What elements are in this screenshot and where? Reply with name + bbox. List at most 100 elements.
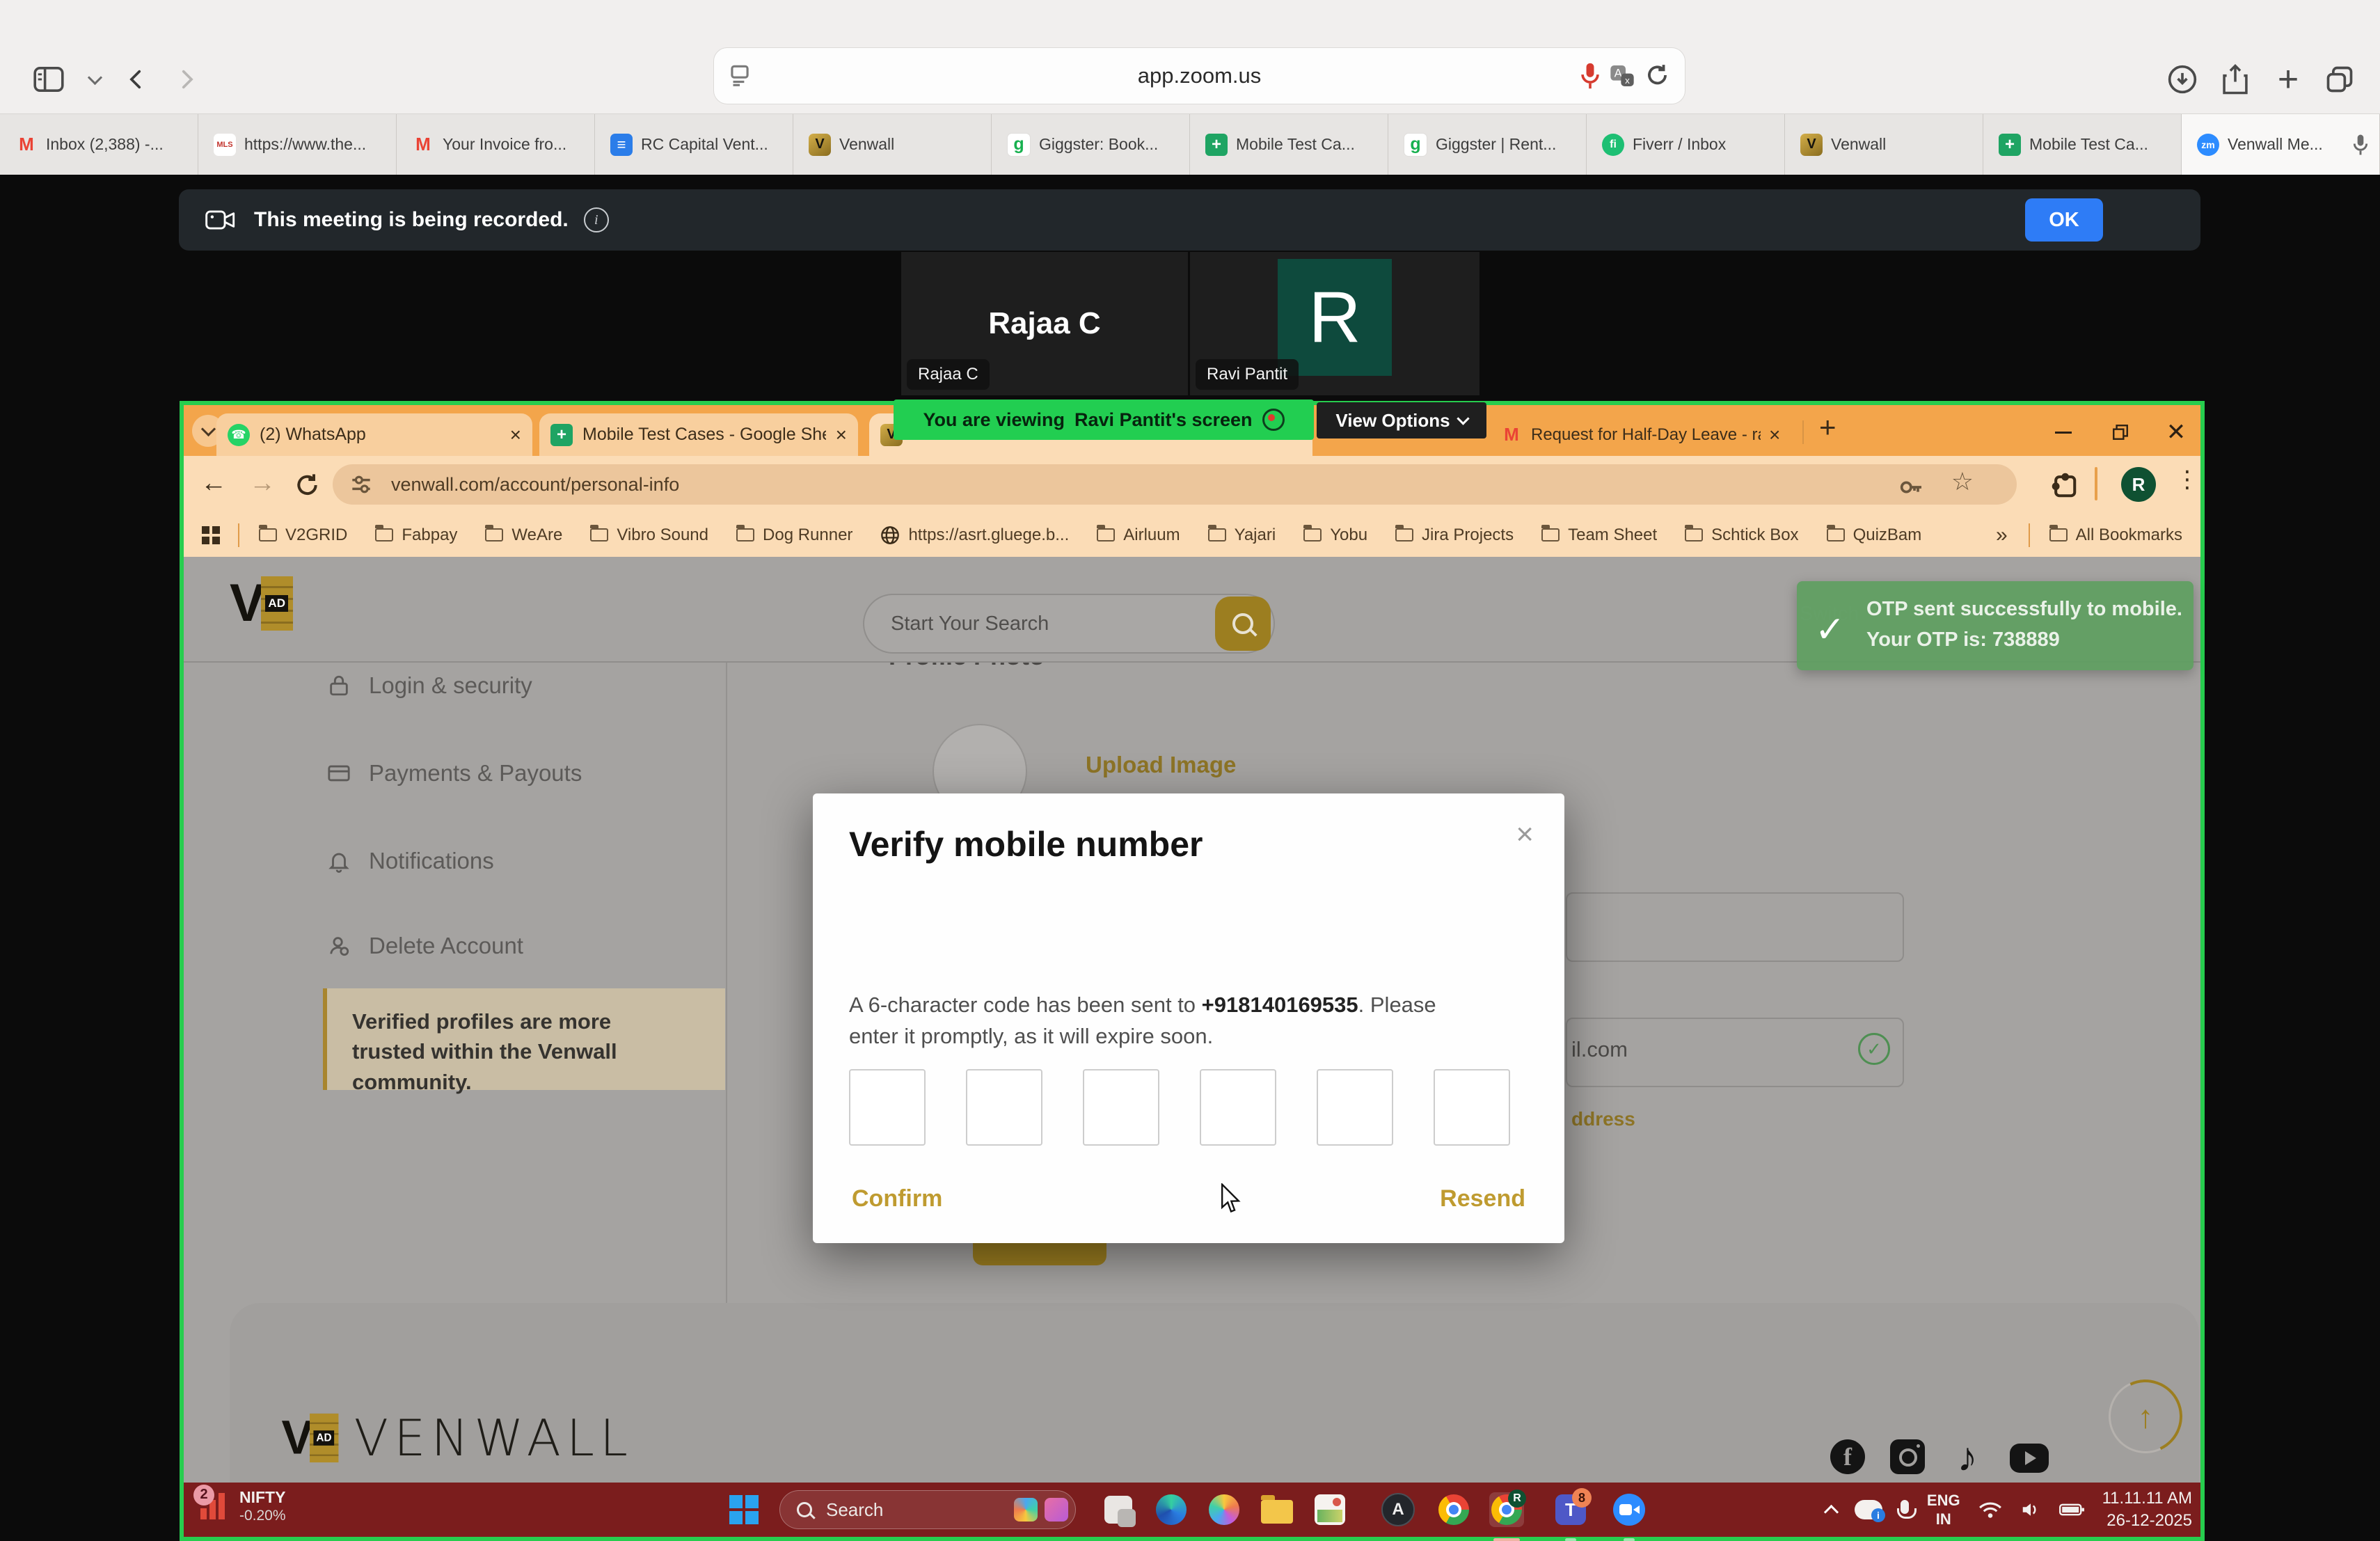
scroll-top-button[interactable]: ↑: [2109, 1380, 2182, 1453]
a-app-icon[interactable]: A: [1381, 1492, 1415, 1527]
reader-icon[interactable]: [727, 62, 753, 88]
chrome-tab-gmail[interactable]: Request for Half-Day Leave - ra ×: [1500, 413, 1780, 456]
youtube-icon[interactable]: [2010, 1444, 2049, 1473]
safari-tab-venwall-meeting-active[interactable]: Venwall Me...: [2182, 114, 2380, 175]
translate-icon[interactable]: Ax: [1608, 62, 1636, 90]
password-key-icon[interactable]: [1897, 473, 1925, 501]
back-icon[interactable]: [117, 60, 156, 99]
safari-tab-rc-capital[interactable]: RC Capital Vent...: [595, 114, 793, 175]
edge-icon[interactable]: [1154, 1492, 1189, 1527]
sidebar-item-delete-account[interactable]: Delete Account: [327, 933, 523, 959]
chrome-icon[interactable]: [1436, 1492, 1471, 1527]
tray-expand-icon[interactable]: [1826, 1503, 1836, 1517]
bookmark-folder[interactable]: V2GRID: [259, 525, 347, 545]
close-icon[interactable]: ×: [1516, 817, 1534, 852]
bookmark-folder[interactable]: Jira Projects: [1395, 525, 1514, 545]
forward-icon[interactable]: [167, 60, 206, 99]
safari-address-bar[interactable]: app.zoom.us Ax: [713, 47, 1685, 104]
reload-icon[interactable]: [294, 471, 322, 499]
upload-image-link[interactable]: Upload Image: [1086, 752, 1236, 778]
chrome-tab-whatsapp[interactable]: (2) WhatsApp ×: [216, 413, 532, 456]
safari-tab-mobile-test-2[interactable]: Mobile Test Ca...: [1983, 114, 2182, 175]
bookmark-link[interactable]: https://asrt.gluege.b...: [880, 525, 1069, 545]
bookmarks-overflow-icon[interactable]: »: [1996, 523, 2008, 547]
otp-input-1[interactable]: [849, 1069, 926, 1146]
sidebar-item-notifications[interactable]: Notifications: [327, 848, 494, 874]
extensions-puzzle-icon[interactable]: [2049, 470, 2079, 500]
close-icon[interactable]: ×: [1769, 424, 1780, 446]
venwall-logo[interactable]: VAD: [230, 576, 293, 631]
tune-icon[interactable]: [348, 471, 374, 498]
forward-icon[interactable]: →: [249, 468, 276, 498]
task-view-button[interactable]: [1101, 1492, 1136, 1527]
chrome-profile-icon[interactable]: R: [1489, 1492, 1524, 1527]
bookmark-folder[interactable]: Yajari: [1208, 525, 1276, 545]
taskbar-widget-nifty[interactable]: 2 NIFTY -0.20%: [198, 1488, 286, 1524]
safari-tab-invoice[interactable]: Your Invoice fro...: [397, 114, 595, 175]
taskbar-search[interactable]: Search: [779, 1490, 1076, 1529]
paint-app-icon[interactable]: [1312, 1492, 1347, 1527]
tab-overview-icon[interactable]: [2320, 60, 2359, 99]
instagram-icon[interactable]: [1890, 1439, 1925, 1474]
confirm-button[interactable]: Confirm: [852, 1185, 942, 1212]
sidebar-item-login-security[interactable]: Login & security: [327, 672, 532, 699]
mic-icon[interactable]: [1578, 62, 1603, 90]
facebook-icon[interactable]: f: [1830, 1439, 1865, 1474]
close-icon[interactable]: ×: [510, 424, 521, 446]
bookmark-folder[interactable]: Dog Runner: [736, 525, 852, 545]
site-search-bar[interactable]: [863, 594, 1275, 654]
otp-input-2[interactable]: [966, 1069, 1042, 1146]
restore-icon[interactable]: [2103, 415, 2138, 450]
chrome-address-bar[interactable]: venwall.com/account/personal-info ☆: [333, 464, 2017, 505]
copilot-icon[interactable]: [1207, 1492, 1241, 1527]
ok-button[interactable]: OK: [2025, 198, 2103, 242]
taskbar-clock[interactable]: 11.11.11 AM26-12-2025: [2102, 1487, 2192, 1533]
battery-icon[interactable]: [2059, 1502, 2084, 1517]
safari-tab-fiverr[interactable]: Fiverr / Inbox: [1587, 114, 1785, 175]
zo om-app-icon[interactable]: [1612, 1492, 1647, 1527]
search-input[interactable]: [889, 612, 1157, 636]
info-icon[interactable]: i: [584, 207, 609, 232]
minimize-icon[interactable]: [2046, 415, 2081, 450]
new-tab-icon[interactable]: +: [1819, 411, 1836, 444]
tiktok-icon[interactable]: ♪: [1950, 1439, 1985, 1474]
resend-button[interactable]: Resend: [1440, 1185, 1525, 1212]
all-bookmarks[interactable]: All Bookmarks: [2049, 525, 2182, 545]
sidebar-item-payments[interactable]: Payments & Payouts: [327, 760, 582, 787]
bookmark-star-icon[interactable]: ☆: [1951, 467, 1974, 496]
chevron-down-icon[interactable]: [75, 60, 114, 99]
otp-input-3[interactable]: [1083, 1069, 1159, 1146]
bookmark-folder[interactable]: Vibro Sound: [590, 525, 708, 545]
tray-mic-icon[interactable]: [1901, 1500, 1909, 1519]
safari-tab-giggster-book[interactable]: Giggster: Book...: [992, 114, 1190, 175]
bookmark-folder[interactable]: Airluum: [1097, 525, 1180, 545]
bookmark-folder[interactable]: WeAre: [485, 525, 562, 545]
sidebar-toggle-icon[interactable]: [29, 60, 68, 99]
bookmark-folder[interactable]: Fabpay: [375, 525, 457, 545]
close-window-icon[interactable]: ✕: [2159, 415, 2193, 450]
file-explorer-icon[interactable]: [1260, 1492, 1294, 1527]
bookmark-folder[interactable]: QuizBam: [1827, 525, 1922, 545]
apps-grid-icon[interactable]: [202, 526, 220, 544]
new-tab-icon[interactable]: +: [2269, 60, 2308, 99]
wifi-icon[interactable]: [1978, 1501, 2002, 1519]
language-switcher[interactable]: ENGIN: [1927, 1491, 1960, 1529]
otp-input-6[interactable]: [1434, 1069, 1510, 1146]
volume-icon[interactable]: [2020, 1501, 2041, 1518]
safari-tab-mobile-test-1[interactable]: Mobile Test Ca...: [1190, 114, 1388, 175]
safari-tab-venwall-2[interactable]: Venwall: [1785, 114, 1983, 175]
teams-icon[interactable]: T8: [1553, 1492, 1588, 1527]
bookmark-folder[interactable]: Schtick Box: [1685, 525, 1798, 545]
downloads-icon[interactable]: [2163, 60, 2202, 99]
chrome-profile-avatar[interactable]: R: [2121, 467, 2156, 502]
share-icon[interactable]: [2216, 60, 2255, 99]
start-button[interactable]: [729, 1495, 759, 1524]
bookmark-folder[interactable]: Team Sheet: [1541, 525, 1657, 545]
safari-tab-mls[interactable]: https://www.the...: [198, 114, 397, 175]
reload-icon[interactable]: [1644, 62, 1671, 88]
safari-tab-venwall-1[interactable]: Venwall: [793, 114, 992, 175]
chrome-menu-icon[interactable]: ⋮: [2175, 466, 2199, 493]
search-button[interactable]: [1215, 596, 1271, 651]
otp-input-4[interactable]: [1200, 1069, 1276, 1146]
close-icon[interactable]: ×: [836, 424, 847, 446]
